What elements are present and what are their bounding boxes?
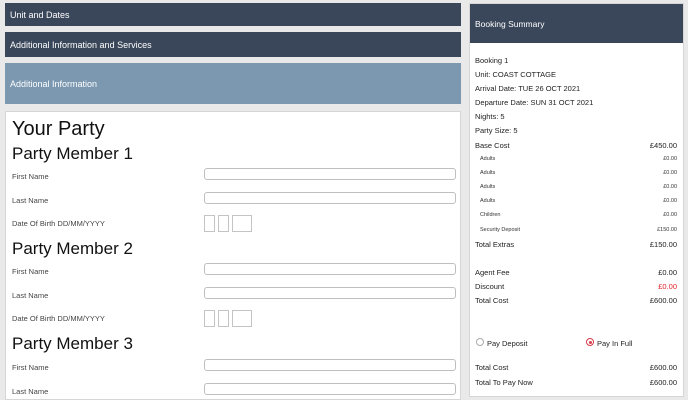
member-2-last-name-label: Last Name — [12, 291, 49, 300]
member-2-dob-month[interactable] — [218, 310, 229, 327]
final-total-cost-value: £600.00 — [649, 363, 677, 372]
member-3-last-name-input[interactable] — [204, 383, 456, 395]
extra-value: £0.00 — [663, 212, 677, 218]
section-unit-and-dates[interactable]: Unit and Dates — [5, 3, 461, 26]
booking-number: Booking 1 — [475, 56, 509, 65]
base-cost-value: £450.00 — [649, 141, 677, 150]
member-3-last-name-label: Last Name — [12, 387, 49, 396]
member-2-dob-year[interactable] — [232, 310, 252, 327]
extra-label: Adults — [480, 156, 496, 162]
extra-label: Children — [480, 212, 501, 218]
total-cost-value: £600.00 — [649, 296, 677, 305]
discount-label: Discount — [475, 282, 505, 291]
booking-unit: Unit: COAST COTTAGE — [475, 70, 556, 79]
member-2-dob-label: Date Of Birth DD/MM/YYYY — [12, 314, 105, 323]
member-2-last-name-input[interactable] — [204, 287, 456, 299]
extra-value: £0.00 — [663, 170, 677, 176]
member-1-dob-day[interactable] — [204, 215, 215, 232]
member-1-last-name-label: Last Name — [12, 196, 49, 205]
booking-arrival-date: Arrival Date: TUE 26 OCT 2021 — [475, 84, 581, 93]
extra-value: £0.00 — [663, 184, 677, 190]
member-1-dob-month[interactable] — [218, 215, 229, 232]
booking-summary-header: Booking Summary — [470, 4, 683, 43]
party-form: Your Party Party Member 1 First Name Las… — [5, 111, 461, 400]
party-title: Your Party — [12, 118, 105, 140]
extra-value: £0.00 — [663, 198, 677, 204]
final-total-cost-label: Total Cost — [475, 363, 509, 372]
member-1-dob-label: Date Of Birth DD/MM/YYYY — [12, 219, 105, 228]
member-2-first-name-input[interactable] — [204, 263, 456, 275]
section-additional-information-label: Additional Information — [10, 78, 98, 89]
booking-summary-panel: Booking Summary Booking 1 Unit: COAST CO… — [469, 3, 684, 397]
booking-summary-title: Booking Summary — [475, 18, 545, 29]
section-additional-info-services[interactable]: Additional Information and Services — [5, 32, 461, 57]
member-2-dob-day[interactable] — [204, 310, 215, 327]
member-1-dob-year[interactable] — [232, 215, 252, 232]
total-cost-label: Total Cost — [475, 296, 509, 305]
member-1-heading: Party Member 1 — [12, 144, 133, 163]
member-2-heading: Party Member 2 — [12, 239, 133, 258]
pay-deposit-radio[interactable] — [476, 338, 484, 346]
booking-nights: Nights: 5 — [475, 112, 505, 121]
pay-in-full-radio[interactable] — [586, 338, 594, 346]
member-3-heading: Party Member 3 — [12, 334, 133, 353]
extra-label: Adults — [480, 170, 496, 176]
member-1-first-name-input[interactable] — [204, 168, 456, 180]
section-additional-information[interactable]: Additional Information — [5, 63, 461, 104]
member-1-first-name-label: First Name — [12, 172, 49, 181]
member-3-first-name-label: First Name — [12, 363, 49, 372]
extra-value: £0.00 — [663, 156, 677, 162]
discount-value: £0.00 — [658, 282, 677, 291]
section-additional-info-services-label: Additional Information and Services — [10, 39, 152, 50]
base-cost-label: Base Cost — [475, 141, 510, 150]
extra-value: £150.00 — [657, 227, 677, 233]
total-extras-label: Total Extras — [475, 240, 515, 249]
extra-label: Adults — [480, 198, 496, 204]
section-unit-and-dates-label: Unit and Dates — [10, 9, 70, 20]
member-1-last-name-input[interactable] — [204, 192, 456, 204]
agent-fee-value: £0.00 — [658, 268, 677, 277]
extra-label: Adults — [480, 184, 496, 190]
pay-in-full-label[interactable]: Pay In Full — [597, 339, 632, 348]
extra-label: Security Deposit — [480, 227, 521, 233]
total-to-pay-label: Total To Pay Now — [475, 378, 533, 387]
total-extras-value: £150.00 — [649, 240, 677, 249]
member-3-first-name-input[interactable] — [204, 359, 456, 371]
booking-party-size: Party Size: 5 — [475, 126, 518, 135]
total-to-pay-value: £600.00 — [649, 378, 677, 387]
booking-departure-date: Departure Date: SUN 31 OCT 2021 — [475, 98, 594, 107]
member-2-first-name-label: First Name — [12, 267, 49, 276]
pay-deposit-label[interactable]: Pay Deposit — [487, 339, 527, 348]
agent-fee-label: Agent Fee — [475, 268, 510, 277]
